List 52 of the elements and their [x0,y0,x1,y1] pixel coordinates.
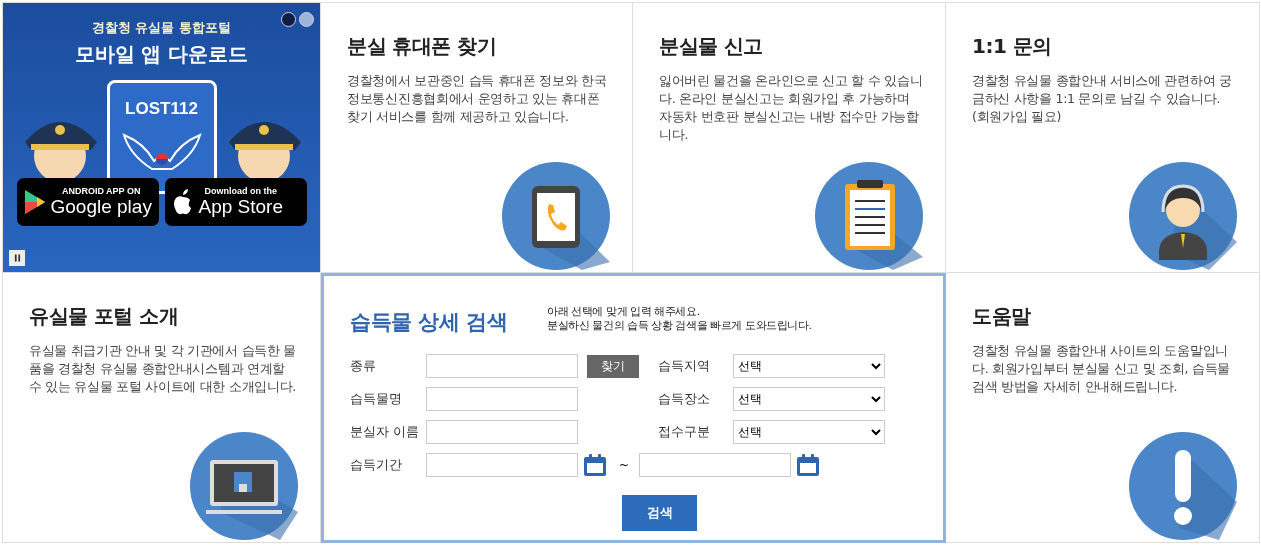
calendar-icon[interactable] [796,453,821,477]
field-label: 접수구분 [658,423,711,441]
input-field[interactable] [426,420,578,444]
search-title: 습득물 상세 검색 [350,309,508,336]
search-hint: 아래 선택에 맞게 입력 해주세요. [547,304,701,318]
search-hint: 분실하신 물건의 습득 상황 검색을 빠르게 도와드립니다. [547,318,812,332]
date-input-field[interactable] [639,453,792,477]
find-button[interactable]: 찾기 [587,354,639,378]
field-label: 종류 [350,357,377,375]
select-dropdown[interactable]: 선택 [733,354,885,378]
store-caption: ANDROID APP ON [61,186,141,196]
input-field[interactable] [426,354,578,378]
monitor-icon [190,432,298,540]
card-description: 경찰청 유실물 종합안내 서비스에 관련하여 궁금하신 사항을 1:1 문의로 남길 수 있습니다. (회원가입 필요) [972,72,1233,126]
field-label: 습득지역 [658,357,711,375]
card-title[interactable]: 도움말 [972,303,1237,330]
field-label: 습득장소 [658,390,711,408]
slide-dot[interactable] [299,12,314,27]
store-caption: Download on the [204,186,277,196]
pause-icon [13,254,21,262]
field-label: 분실자 이름 [350,423,420,441]
card-title[interactable]: 1:1 문의 [972,33,1237,60]
card-title[interactable]: 분실 휴대폰 찾기 [347,33,610,60]
clipboard-icon [815,162,923,270]
select-dropdown[interactable]: 선택 [733,420,885,444]
range-separator: ~ [619,458,630,472]
card-description: 경찰청 유실물 종합안내 사이트의 도움말입니다. 회원가입부터 분실물 신고 및 조회, 습득물 검색 방법을 자세히 안내해드립니다. [972,342,1231,396]
banner-title: 모바일 앱 다운로드 [74,41,249,68]
card-description: 잃어버린 물건을 온라인으로 신고 할 수 있습니다. 온라인 분실신고는 회원가입 후 가능하며 자동차 번호판 분실신고는 내방 접수만 가능합니다. [659,72,923,144]
field-label: 습득기간 [350,456,403,474]
store-badge[interactable]: ANDROID APP ON Google play [16,178,159,226]
headset-agent-icon [1129,162,1237,270]
field-label: 습득물명 [350,390,403,408]
date-input-field[interactable] [426,453,578,477]
slide-dot[interactable] [281,12,296,27]
card-title[interactable]: 분실물 신고 [659,33,923,60]
card-title[interactable]: 유실물 포털 소개 [29,303,298,330]
store-name: Google play [50,196,152,218]
calendar-icon[interactable] [583,453,607,477]
card-description: 유실물 취급기관 안내 및 각 기관에서 습득한 물품을 경찰청 유실물 종합안내시스템과 연계할 수 있는 유실물 포털 사이트에 대한 소개입니다. [29,342,297,396]
select-dropdown[interactable]: 선택 [733,387,885,411]
store-badge[interactable]: Download on the App Store [164,178,307,226]
play-triangle-icon [22,188,47,216]
pause-button[interactable] [9,250,25,266]
store-name: App Store [198,196,283,218]
input-field[interactable] [426,387,578,411]
card-description: 경찰청에서 보관중인 습득 휴대폰 정보와 한국정보통신진흥협회에서 운영하고 있는 휴대폰 찾기 서비스를 함께 제공하고 있습니다. [347,72,608,126]
exclamation-icon [1129,432,1237,540]
banner-subtitle: 경찰청 유실물 통합포털 [91,19,232,37]
tablet-phone-icon [502,162,610,270]
search-button[interactable]: 검색 [622,495,697,531]
app-name: LOST112 [125,99,198,119]
